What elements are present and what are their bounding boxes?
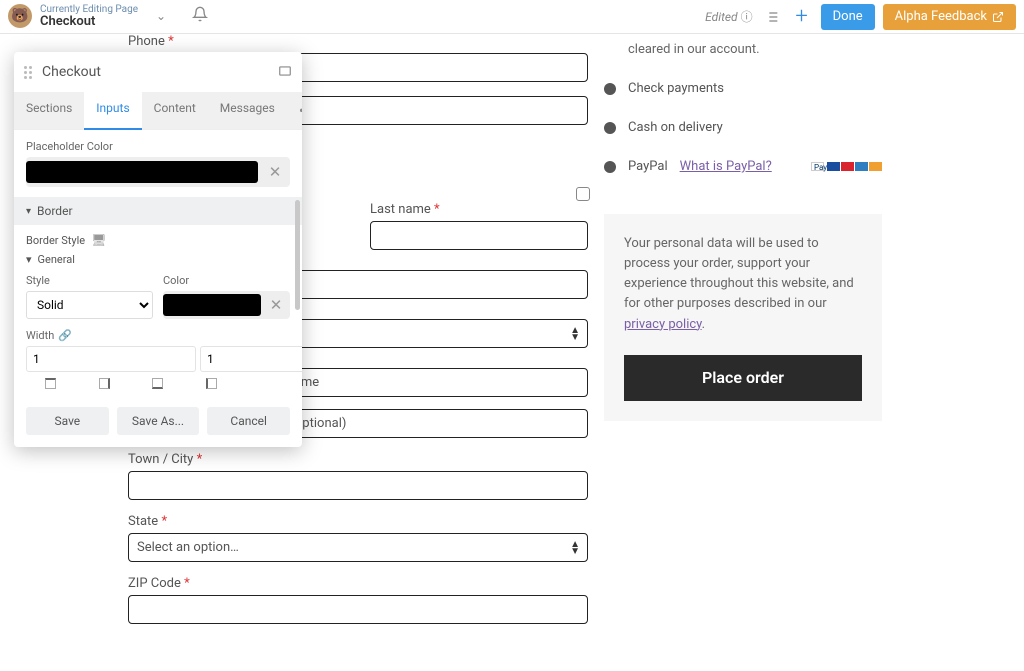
panel-tabs: Sections Inputs Content Messages •••	[14, 92, 302, 130]
panel-title: Checkout	[42, 64, 278, 80]
maximize-icon[interactable]	[278, 63, 292, 82]
state-label: State *	[128, 514, 588, 529]
topbar-left: 🐻 Currently Editing Page Checkout ⌄	[8, 4, 216, 29]
phone-label: Phone *	[128, 34, 588, 49]
style-editor-panel: Checkout Sections Inputs Content Message…	[14, 52, 302, 447]
tab-inputs[interactable]: Inputs	[84, 92, 141, 130]
side-top-icon	[45, 378, 56, 389]
tab-more-icon[interactable]: •••	[287, 92, 302, 129]
pay-check-label: Check payments	[628, 81, 724, 96]
state-select[interactable]	[128, 533, 588, 562]
page-dropdown-caret[interactable]: ⌄	[146, 9, 176, 23]
panel-body: Placeholder Color ✕ ▾ Border Border Styl…	[14, 130, 302, 389]
radio-icon	[604, 83, 616, 95]
radio-icon	[604, 122, 616, 134]
external-link-icon	[992, 11, 1004, 23]
side-indicator-icons	[26, 378, 290, 389]
add-icon[interactable]: +	[791, 6, 813, 28]
order-summary: cleared in our account. Check payments C…	[604, 34, 882, 421]
drag-handle-icon[interactable]	[24, 66, 32, 79]
town-input[interactable]	[128, 471, 588, 500]
cancel-button[interactable]: Cancel	[207, 407, 290, 435]
done-button[interactable]: Done	[821, 4, 875, 30]
width-label: Width	[26, 329, 54, 342]
help-icon[interactable]: ⓘ	[741, 8, 753, 25]
clear-color-icon[interactable]: ✕	[265, 296, 287, 314]
side-bottom-icon	[152, 378, 163, 389]
color-swatch[interactable]	[26, 161, 258, 183]
privacy-policy-link[interactable]: privacy policy	[624, 317, 702, 332]
general-label: General	[38, 253, 75, 266]
topbar: 🐻 Currently Editing Page Checkout ⌄ Edit…	[0, 0, 1024, 34]
alpha-feedback-button[interactable]: Alpha Feedback	[883, 4, 1016, 30]
outline-icon[interactable]	[761, 6, 783, 28]
tab-content[interactable]: Content	[142, 92, 208, 129]
border-color-swatch[interactable]: ✕	[163, 291, 290, 319]
scrollbar-thumb[interactable]	[295, 200, 300, 310]
border-style-label: Border Style	[26, 234, 85, 247]
edited-text: Edited	[705, 10, 737, 24]
place-order-button[interactable]: Place order	[624, 355, 862, 401]
panel-footer: Save Save As... Cancel	[14, 397, 302, 447]
color-swatch[interactable]	[163, 294, 261, 316]
pay-cod-label: Cash on delivery	[628, 120, 723, 135]
width-right-input[interactable]	[200, 346, 302, 372]
page-title-block: Currently Editing Page Checkout	[40, 4, 138, 29]
save-button[interactable]: Save	[26, 407, 109, 435]
width-top-input[interactable]	[26, 346, 196, 372]
app-logo-icon: 🐻	[8, 4, 32, 28]
responsive-icon[interactable]: 🖥	[91, 233, 106, 247]
tab-messages[interactable]: Messages	[208, 92, 287, 129]
chevron-down-icon: ▾	[26, 206, 31, 217]
border-section-label: Border	[37, 204, 72, 218]
bank-transfer-note: cleared in our account.	[628, 42, 882, 57]
notifications-icon[interactable]	[184, 6, 216, 26]
edited-indicator: Edited ⓘ	[705, 8, 752, 25]
chevron-down-icon: ▾	[26, 253, 32, 266]
save-as-button[interactable]: Save As...	[117, 407, 200, 435]
tab-sections[interactable]: Sections	[14, 92, 84, 129]
border-section-header[interactable]: ▾ Border	[14, 197, 302, 225]
zip-label: ZIP Code *	[128, 576, 588, 591]
style-label: Style	[26, 274, 153, 287]
privacy-text: Your personal data will be used to proce…	[624, 236, 854, 311]
radio-icon	[604, 161, 616, 173]
topbar-right: Edited ⓘ + Done Alpha Feedback	[705, 4, 1016, 30]
general-toggle[interactable]: ▾ General	[26, 253, 290, 266]
placeholder-color-swatch[interactable]: ✕	[26, 157, 290, 187]
ship-different-checkbox[interactable]	[576, 187, 590, 201]
pay-option-cod[interactable]: Cash on delivery	[604, 120, 882, 135]
page-title: Checkout	[40, 15, 138, 29]
border-style-row: Border Style 🖥	[26, 233, 290, 247]
width-label-row: Width 🔗	[26, 329, 290, 342]
zip-input[interactable]	[128, 595, 588, 624]
width-inputs: px	[26, 346, 290, 372]
what-is-paypal-link[interactable]: What is PayPal?	[680, 159, 772, 174]
panel-header[interactable]: Checkout	[14, 52, 302, 92]
last-name-input[interactable]	[370, 221, 588, 250]
border-style-select[interactable]: Solid	[26, 291, 153, 319]
card-icons: PayPal	[811, 162, 882, 171]
pay-option-paypal[interactable]: PayPal What is PayPal? PayPal	[604, 159, 882, 174]
color-label: Color	[163, 274, 290, 287]
last-name-label: Last name *	[370, 202, 588, 217]
town-label: Town / City *	[128, 452, 588, 467]
side-left-icon	[206, 378, 217, 389]
pay-paypal-label: PayPal	[628, 159, 668, 174]
privacy-notice: Your personal data will be used to proce…	[604, 214, 882, 421]
clear-color-icon[interactable]: ✕	[264, 163, 286, 181]
alpha-feedback-label: Alpha Feedback	[895, 9, 987, 24]
link-values-icon[interactable]: 🔗	[58, 329, 72, 342]
side-right-icon	[99, 378, 110, 389]
pay-option-check[interactable]: Check payments	[604, 81, 882, 96]
placeholder-color-label: Placeholder Color	[26, 140, 290, 153]
